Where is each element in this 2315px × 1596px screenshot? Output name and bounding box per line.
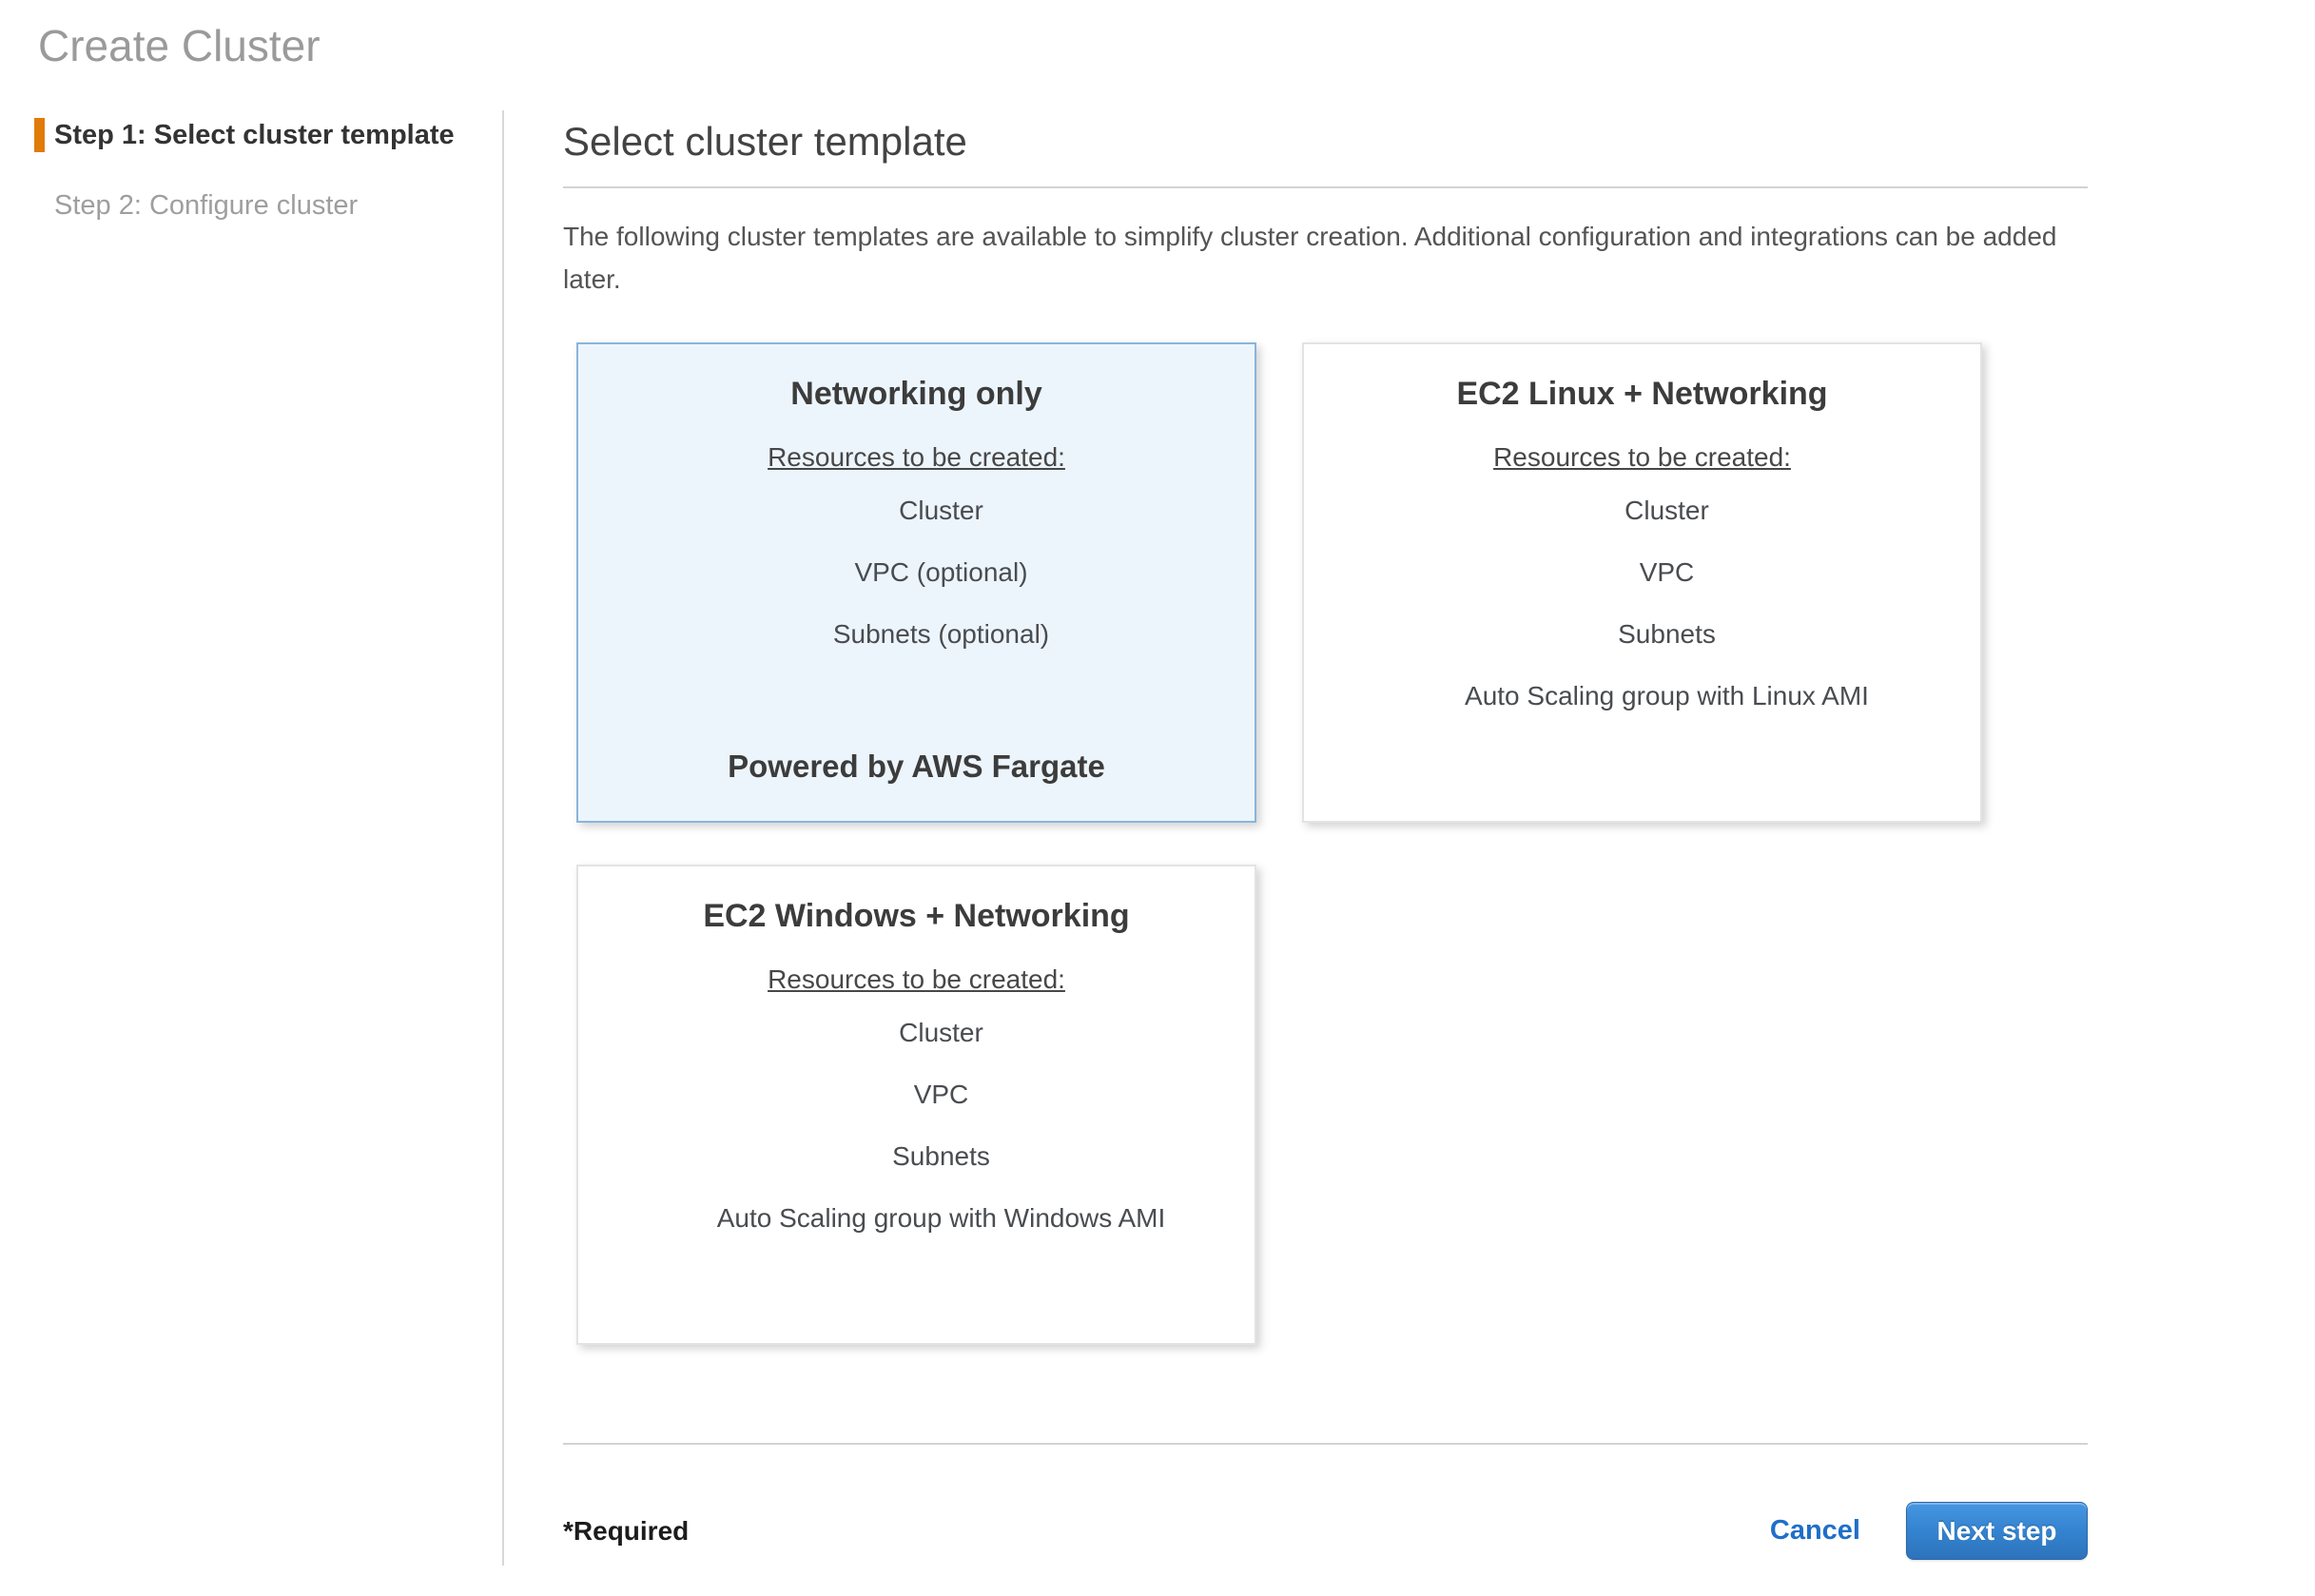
required-note: *Required	[563, 1516, 689, 1547]
page-title: Create Cluster	[38, 21, 2315, 70]
resource-item: Cluster	[628, 1017, 1255, 1049]
resources-heading: Resources to be created:	[768, 963, 1065, 996]
footer-bar: *Required Cancel Next step	[563, 1502, 2088, 1560]
card-title: EC2 Linux + Networking	[1304, 375, 1980, 413]
main-panel: Select cluster template The following cl…	[504, 110, 2315, 1566]
template-card-networking-only[interactable]: Networking only Resources to be created:…	[576, 342, 1256, 823]
footer-divider	[563, 1443, 2088, 1445]
description-text: The following cluster templates are avai…	[563, 215, 2066, 301]
resource-item: VPC	[628, 1079, 1255, 1111]
resources-heading: Resources to be created:	[1493, 441, 1791, 474]
resources-list: Cluster VPC (optional) Subnets (optional…	[578, 495, 1255, 651]
nav-step-1[interactable]: Step 1: Select cluster template	[34, 118, 502, 152]
nav-step-2[interactable]: Step 2: Configure cluster	[34, 188, 502, 223]
section-heading: Select cluster template	[563, 118, 2088, 165]
resources-heading: Resources to be created:	[768, 441, 1065, 474]
resource-item: Subnets	[628, 1140, 1255, 1173]
resource-item: VPC (optional)	[628, 556, 1255, 589]
resources-list: Cluster VPC Subnets Auto Scaling group w…	[1304, 495, 1980, 712]
next-step-button[interactable]: Next step	[1906, 1502, 2088, 1560]
resource-item: Auto Scaling group with Linux AMI	[1353, 680, 1980, 712]
step-nav: Step 1: Select cluster template Step 2: …	[0, 110, 504, 1566]
wizard-layout: Step 1: Select cluster template Step 2: …	[0, 110, 2315, 1566]
heading-divider	[563, 186, 2088, 188]
resource-item: Auto Scaling group with Windows AMI	[628, 1202, 1255, 1235]
resource-item: Subnets (optional)	[628, 618, 1255, 651]
resources-list: Cluster VPC Subnets Auto Scaling group w…	[578, 1017, 1255, 1235]
cancel-link[interactable]: Cancel	[1770, 1515, 1860, 1547]
resource-item: Cluster	[628, 495, 1255, 527]
template-card-ec2-windows-networking[interactable]: EC2 Windows + Networking Resources to be…	[576, 865, 1256, 1345]
resource-item: VPC	[1353, 556, 1980, 589]
card-footnote: Powered by AWS Fargate	[578, 749, 1255, 785]
template-card-ec2-linux-networking[interactable]: EC2 Linux + Networking Resources to be c…	[1302, 342, 1982, 823]
card-title: EC2 Windows + Networking	[578, 897, 1255, 935]
resource-item: Subnets	[1353, 618, 1980, 651]
template-card-grid: Networking only Resources to be created:…	[576, 342, 1984, 1345]
card-title: Networking only	[578, 375, 1255, 413]
resource-item: Cluster	[1353, 495, 1980, 527]
